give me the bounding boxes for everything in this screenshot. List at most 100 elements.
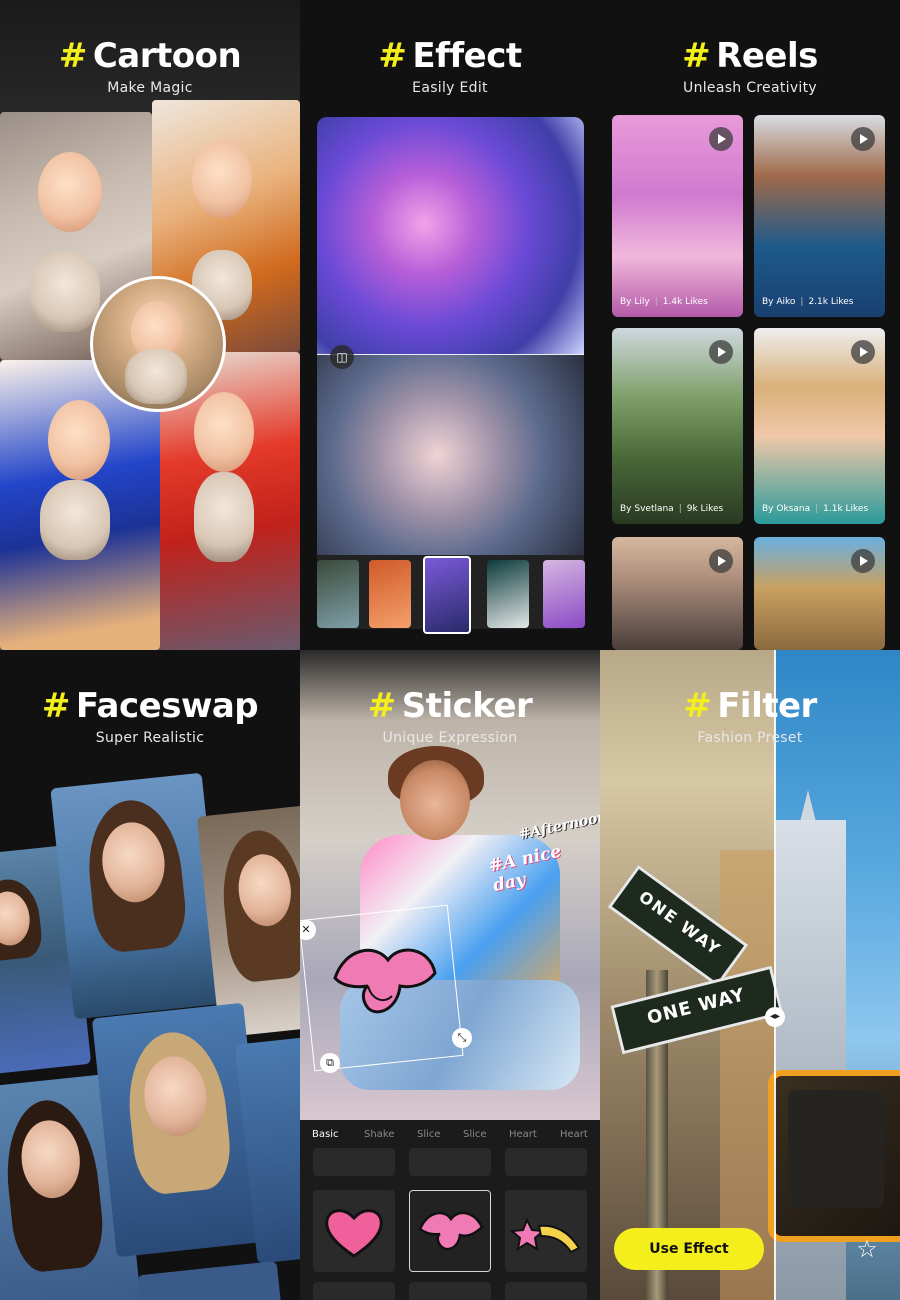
cartoon-face — [38, 152, 102, 232]
sticker-cell[interactable] — [505, 1148, 587, 1176]
reel-card[interactable]: By Lily | 1.4k Likes — [612, 115, 743, 317]
panel-header: # Effect Easily Edit — [300, 34, 600, 96]
reel-meta: By Aiko | 2.1k Likes — [762, 297, 854, 307]
reel-meta: By Lily | 1.4k Likes — [620, 297, 708, 307]
panel-title: # Reels — [600, 34, 900, 78]
panel-title: # Cartoon — [0, 34, 300, 78]
title-text: Effect — [412, 36, 522, 76]
panel-subtitle: Fashion Preset — [697, 730, 803, 746]
play-icon[interactable] — [851, 549, 875, 573]
panel-subtitle: Easily Edit — [412, 80, 488, 96]
duplicate-icon[interactable]: ⧉ — [320, 1053, 340, 1073]
cartoon-face — [48, 400, 110, 480]
reel-meta: By Oksana | 1.1k Likes — [762, 504, 869, 514]
shooting-star-sticker-icon — [509, 1217, 581, 1254]
panel-header: # Reels Unleash Creativity — [600, 34, 900, 96]
effect-thumbnail[interactable] — [317, 560, 359, 628]
star-outline-icon[interactable]: ☆ — [854, 1236, 880, 1262]
reel-author: By Lily — [620, 297, 650, 307]
hash-symbol: # — [378, 36, 407, 76]
panel-faceswap: # Faceswap Super Realistic — [0, 650, 300, 1300]
effect-after-image — [317, 117, 584, 355]
reel-card[interactable] — [612, 537, 743, 650]
cat — [125, 349, 187, 404]
hash-symbol: # — [41, 686, 71, 726]
cat — [40, 480, 110, 560]
panel-cartoon: # Cartoon Make Magic — [0, 0, 300, 650]
panel-subtitle: Make Magic — [107, 80, 193, 96]
effect-thumbnail[interactable] — [543, 560, 585, 628]
title-text: Cartoon — [92, 36, 242, 76]
resize-icon[interactable]: ⤡ — [452, 1028, 472, 1048]
tab-slice[interactable]: Slice — [417, 1129, 441, 1140]
sticker-cell[interactable] — [313, 1148, 395, 1176]
compare-divider[interactable] — [774, 650, 776, 1300]
sticker-cell-shooting-star[interactable] — [505, 1190, 587, 1272]
reel-likes: 2.1k Likes — [808, 297, 854, 307]
feature-showcase-grid: # Cartoon Make Magic # Effect Easily Edit — [0, 0, 900, 1300]
original-photo-circle — [90, 276, 226, 412]
hash-symbol: # — [682, 36, 711, 76]
reel-meta: By Svetlana | 9k Likes — [620, 504, 724, 514]
reel-card[interactable]: By Oksana | 1.1k Likes — [754, 328, 885, 524]
person-head — [400, 760, 470, 840]
play-icon[interactable] — [851, 127, 875, 151]
effect-compare-frame — [317, 117, 584, 629]
tab-slice-2[interactable]: Slice — [463, 1129, 487, 1140]
effect-thumbnail[interactable] — [487, 560, 529, 628]
reel-likes: 9k Likes — [686, 504, 724, 514]
sticker-grid — [300, 1148, 600, 1300]
play-icon[interactable] — [709, 549, 733, 573]
sticker-cell[interactable] — [409, 1282, 491, 1300]
effect-thumbnail-selected[interactable] — [423, 556, 471, 634]
faceswap-card — [91, 1002, 269, 1258]
tab-basic[interactable]: Basic — [312, 1129, 338, 1140]
sticker-cell[interactable] — [409, 1148, 491, 1176]
reel-likes: 1.1k Likes — [823, 504, 869, 514]
panel-subtitle: Super Realistic — [95, 730, 205, 746]
panel-filter: ONE WAY ONE WAY ◂▸ # Filter Fashion Prese… — [600, 650, 900, 1300]
faceswap-card — [137, 1260, 283, 1300]
reel-card[interactable]: By Svetlana | 9k Likes — [612, 328, 743, 524]
tab-shake[interactable]: Shake — [364, 1129, 394, 1140]
sticker-cell[interactable] — [505, 1282, 587, 1300]
panel-sticker: # Sticker Unique Expression #Afternoon #A… — [300, 650, 600, 1300]
title-text: Faceswap — [75, 686, 259, 726]
panel-header: # Faceswap Super Realistic — [0, 684, 300, 746]
panel-header: # Filter Fashion Preset — [600, 684, 900, 746]
reel-author: By Aiko — [762, 297, 796, 307]
traffic-light — [768, 1070, 900, 1242]
panel-title: # Faceswap — [0, 684, 300, 728]
hash-symbol: # — [683, 686, 712, 726]
reel-card[interactable] — [754, 537, 885, 650]
split-compare-icon[interactable]: ◫ — [330, 345, 354, 369]
panel-header: # Cartoon Make Magic — [0, 34, 300, 96]
hash-symbol: # — [367, 686, 397, 726]
compare-handle-icon[interactable]: ◂▸ — [765, 1007, 785, 1027]
play-icon[interactable] — [709, 127, 733, 151]
lips-sticker-icon — [418, 1211, 484, 1251]
lips-sticker[interactable] — [330, 938, 440, 1018]
play-icon[interactable] — [851, 340, 875, 364]
sticker-cell-heart[interactable] — [313, 1190, 395, 1272]
reel-card[interactable]: By Aiko | 2.1k Likes — [754, 115, 885, 317]
panel-subtitle: Unleash Creativity — [683, 80, 817, 96]
panel-effect: # Effect Easily Edit ◫ — [300, 0, 600, 650]
sticker-cell[interactable] — [313, 1282, 395, 1300]
panel-title: # Effect — [300, 34, 600, 78]
use-effect-button[interactable]: Use Effect — [614, 1228, 764, 1270]
cat — [194, 472, 254, 562]
faceswap-card — [50, 772, 226, 1020]
play-icon[interactable] — [709, 340, 733, 364]
panel-subtitle: Unique Expression — [382, 730, 518, 746]
cartoon-face — [194, 392, 254, 472]
sticker-cell-lips-selected[interactable] — [409, 1190, 491, 1272]
title-text: Sticker — [401, 686, 533, 726]
tab-heart[interactable]: Heart — [509, 1129, 537, 1140]
hash-symbol: # — [58, 36, 88, 76]
effect-thumbnail[interactable] — [369, 560, 411, 628]
tab-heart-2[interactable]: Heart — [560, 1129, 588, 1140]
reel-author: By Oksana — [762, 504, 811, 514]
panel-header: # Sticker Unique Expression — [300, 684, 600, 746]
title-text: Reels — [716, 36, 818, 76]
